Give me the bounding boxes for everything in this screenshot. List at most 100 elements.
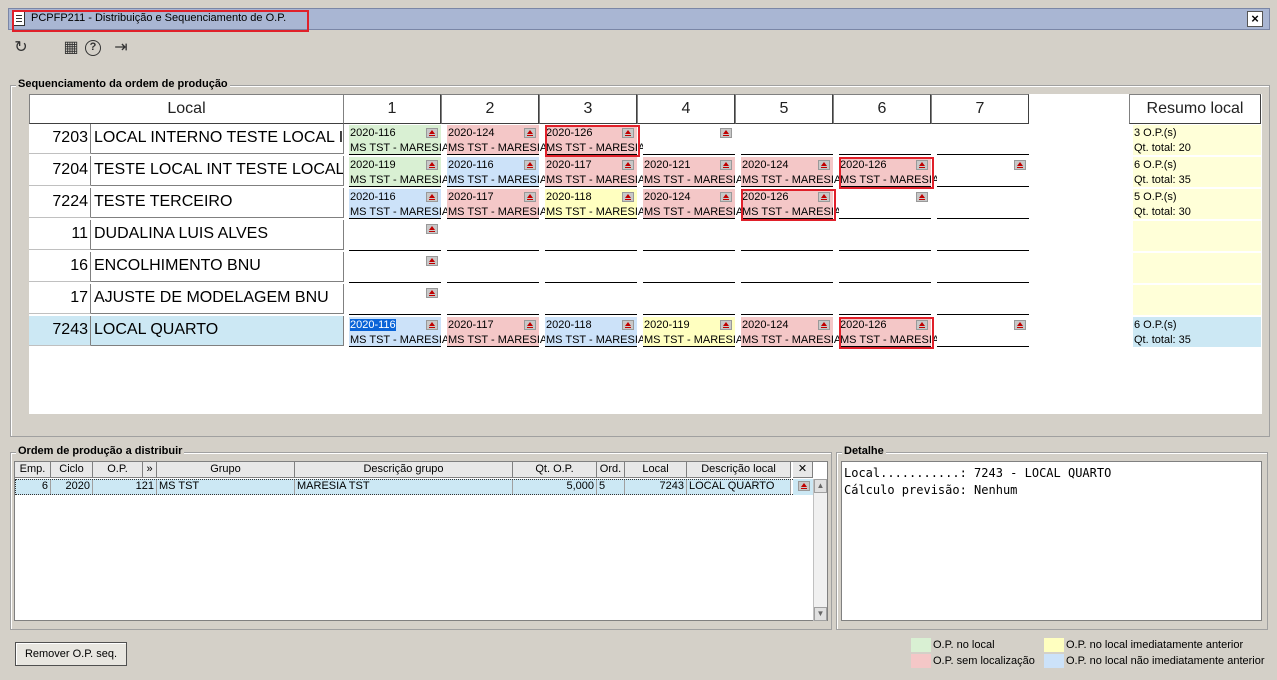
row-local-name[interactable]: LOCAL QUARTO bbox=[91, 316, 344, 346]
remove-op-button[interactable]: Remover O.P. seq. bbox=[15, 642, 127, 666]
header-col-5[interactable]: 5 bbox=[735, 94, 833, 124]
row-local-name[interactable]: ENCOLHIMENTO BNU bbox=[91, 252, 344, 282]
row-local-code[interactable]: 11 bbox=[29, 220, 91, 250]
sequence-cell[interactable] bbox=[545, 253, 637, 283]
move-up-icon[interactable] bbox=[524, 320, 536, 330]
row-local-code[interactable]: 17 bbox=[29, 284, 91, 314]
dist-cell[interactable]: 6 bbox=[15, 479, 51, 495]
sequence-cell[interactable] bbox=[839, 125, 931, 155]
sequence-cell[interactable] bbox=[447, 221, 539, 251]
move-up-icon[interactable] bbox=[916, 320, 928, 330]
move-up-icon[interactable] bbox=[622, 128, 634, 138]
sequence-cell[interactable] bbox=[545, 221, 637, 251]
refresh-icon[interactable]: ↻ bbox=[11, 38, 31, 58]
sequence-cell[interactable] bbox=[643, 221, 735, 251]
dist-cell[interactable]: MARESIA TST bbox=[295, 479, 513, 495]
header-summary[interactable]: Resumo local bbox=[1129, 94, 1261, 124]
sequence-cell[interactable]: 2020-119 MS TST - MARESIA bbox=[349, 157, 449, 187]
sequence-cell[interactable] bbox=[839, 189, 931, 219]
move-up-icon[interactable] bbox=[720, 192, 732, 202]
header-col-3[interactable]: 3 bbox=[539, 94, 637, 124]
move-up-icon[interactable] bbox=[1014, 320, 1026, 330]
sequence-cell[interactable] bbox=[741, 253, 833, 283]
sequence-cell[interactable] bbox=[545, 285, 637, 315]
move-up-icon[interactable] bbox=[818, 320, 830, 330]
sequence-cell[interactable] bbox=[741, 285, 833, 315]
col-header[interactable]: Ord. bbox=[597, 462, 625, 478]
row-local-name[interactable]: DUDALINA LUIS ALVES bbox=[91, 220, 344, 250]
sequence-cell[interactable] bbox=[937, 157, 1029, 187]
header-col-7[interactable]: 7 bbox=[931, 94, 1029, 124]
sequence-cell[interactable]: 2020-119 MS TST - MARESIA bbox=[643, 317, 743, 347]
clear-filter-icon[interactable]: ✕ bbox=[793, 462, 813, 478]
sequence-cell[interactable]: 2020-124 MS TST - MARESIA bbox=[643, 189, 743, 219]
row-local-name[interactable]: TESTE LOCAL INT TESTE LOCAL bbox=[91, 156, 344, 186]
sequence-cell[interactable]: 2020-124 MS TST - MARESIA bbox=[741, 157, 841, 187]
move-up-icon[interactable] bbox=[720, 160, 732, 170]
sequence-cell[interactable]: 2020-118 MS TST - MARESIA bbox=[545, 189, 645, 219]
sequence-cell[interactable] bbox=[839, 221, 931, 251]
col-header[interactable]: Qt. O.P. bbox=[513, 462, 597, 478]
sequence-cell[interactable] bbox=[643, 253, 735, 283]
row-local-code[interactable]: 7243 bbox=[29, 316, 91, 346]
header-local[interactable]: Local bbox=[29, 94, 344, 124]
sequence-cell[interactable] bbox=[937, 221, 1029, 251]
col-header[interactable]: Descrição grupo bbox=[295, 462, 513, 478]
header-col-4[interactable]: 4 bbox=[637, 94, 735, 124]
row-local-name[interactable]: LOCAL INTERNO TESTE LOCAL I bbox=[91, 124, 344, 154]
sequence-cell[interactable] bbox=[447, 285, 539, 315]
row-local-name[interactable]: TESTE TERCEIRO bbox=[91, 188, 344, 218]
sequence-cell[interactable]: 2020-117 MS TST - MARESIA bbox=[545, 157, 645, 187]
move-up-icon[interactable] bbox=[524, 160, 536, 170]
sequence-cell[interactable] bbox=[349, 253, 441, 283]
move-up-icon[interactable] bbox=[426, 256, 438, 266]
move-up-icon[interactable] bbox=[916, 192, 928, 202]
col-header[interactable]: O.P. bbox=[93, 462, 143, 478]
sequence-cell[interactable] bbox=[937, 125, 1029, 155]
dist-cell[interactable]: MS TST bbox=[157, 479, 295, 495]
header-col-1[interactable]: 1 bbox=[343, 94, 441, 124]
sequence-cell[interactable]: 2020-117 MS TST - MARESIA bbox=[447, 317, 547, 347]
vertical-scrollbar[interactable]: ▲ ▼ bbox=[813, 479, 827, 621]
dist-cell[interactable]: LOCAL QUARTO bbox=[687, 479, 791, 495]
move-up-icon[interactable] bbox=[524, 192, 536, 202]
move-up-icon[interactable] bbox=[916, 160, 928, 170]
sequence-cell[interactable]: 2020-118 MS TST - MARESIA bbox=[545, 317, 645, 347]
sequence-cell[interactable]: 2020-116 MS TST - MARESIA bbox=[349, 317, 449, 347]
move-up-icon[interactable] bbox=[426, 192, 438, 202]
sequence-cell[interactable] bbox=[349, 221, 441, 251]
exit-icon[interactable]: ⇥ bbox=[111, 38, 131, 58]
sequence-cell[interactable]: 2020-117 MS TST - MARESIA bbox=[447, 189, 547, 219]
dist-cell[interactable]: 121 bbox=[93, 479, 157, 495]
move-up-icon[interactable] bbox=[818, 160, 830, 170]
col-header[interactable]: Emp. bbox=[15, 462, 51, 478]
move-up-icon[interactable] bbox=[426, 224, 438, 234]
sequence-cell[interactable]: 2020-116 MS TST - MARESIA bbox=[447, 157, 547, 187]
move-up-icon[interactable] bbox=[524, 128, 536, 138]
dist-cell[interactable]: 7243 bbox=[625, 479, 687, 495]
row-local-code[interactable]: 7204 bbox=[29, 156, 91, 186]
sequence-cell[interactable]: 2020-126 MS TST - MARESIA bbox=[741, 189, 841, 219]
help-icon[interactable]: ? bbox=[85, 40, 101, 56]
sequence-cell[interactable] bbox=[937, 317, 1029, 347]
sequence-cell[interactable]: 2020-126 MS TST - MARESIA bbox=[545, 125, 645, 155]
sequence-cell[interactable] bbox=[447, 253, 539, 283]
move-up-icon[interactable] bbox=[793, 479, 813, 495]
move-up-icon[interactable] bbox=[720, 128, 732, 138]
sequence-cell[interactable]: 2020-121 MS TST - MARESIA bbox=[643, 157, 743, 187]
sequence-cell[interactable] bbox=[937, 189, 1029, 219]
row-local-name[interactable]: AJUSTE DE MODELAGEM BNU bbox=[91, 284, 344, 314]
move-up-icon[interactable] bbox=[622, 320, 634, 330]
move-up-icon[interactable] bbox=[818, 192, 830, 202]
col-header[interactable]: Grupo bbox=[157, 462, 295, 478]
move-up-icon[interactable] bbox=[426, 160, 438, 170]
sequence-cell[interactable]: 2020-126 MS TST - MARESIA bbox=[839, 317, 939, 347]
calendar-icon[interactable]: ▦ bbox=[61, 38, 81, 58]
move-up-icon[interactable] bbox=[426, 288, 438, 298]
sequence-cell[interactable] bbox=[741, 125, 833, 155]
move-up-icon[interactable] bbox=[426, 128, 438, 138]
dist-cell[interactable]: 5,000 bbox=[513, 479, 597, 495]
sequence-cell[interactable] bbox=[741, 221, 833, 251]
move-up-icon[interactable] bbox=[622, 160, 634, 170]
sequence-cell[interactable]: 2020-116 MS TST - MARESIA bbox=[349, 125, 449, 155]
